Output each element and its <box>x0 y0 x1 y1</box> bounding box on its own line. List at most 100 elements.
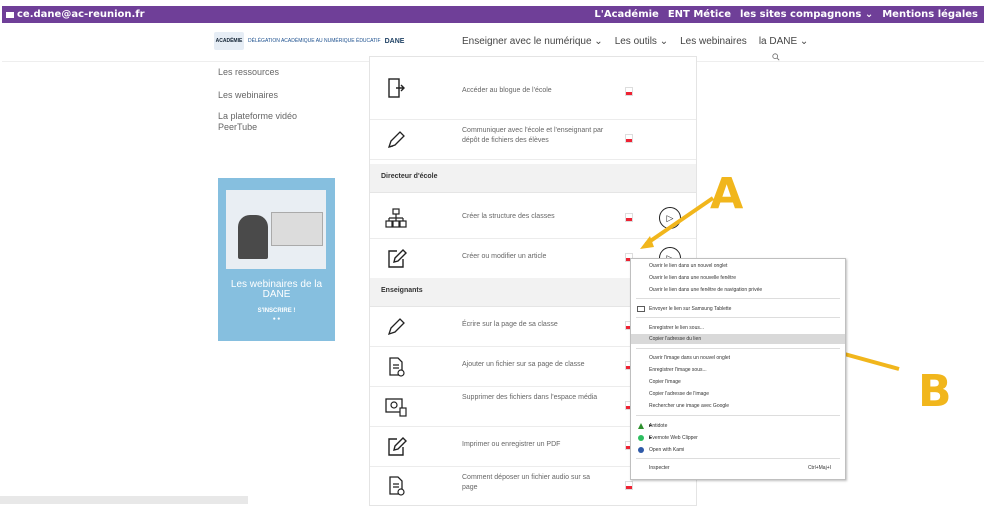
nav-item-outils[interactable]: Les outils ⌄ <box>615 36 668 47</box>
context-menu-separator <box>636 317 840 318</box>
topbar-link-sites-compagnons[interactable]: les sites compagnons ⌄ <box>740 9 873 20</box>
nav-item-dane[interactable]: la DANE ⌄ <box>759 36 809 47</box>
row-text[interactable]: Accéder au blogue de l'école <box>462 86 607 96</box>
row-text[interactable]: Ajouter un fichier sur sa page de classe <box>462 360 607 370</box>
context-menu-label: Ouvrir le lien dans une nouvelle fenêtre <box>649 275 736 281</box>
banner-screen-image <box>271 212 323 246</box>
context-menu-item[interactable]: Ouvrir l'image dans un nouvel onglet <box>631 353 845 363</box>
email-text: ce.dane@ac-reunion.fr <box>17 9 145 20</box>
file-add-icon <box>383 354 409 380</box>
context-menu-item[interactable]: Enregistrer le lien sous... <box>631 323 845 333</box>
section-title-enseignants: Enseignants <box>381 287 423 294</box>
leftnav-item-webinaires[interactable]: Les webinaires <box>218 88 308 102</box>
topbar-link-ent-metice[interactable]: ENT Métice <box>668 9 731 20</box>
section-title-directeur: Directeur d'école <box>381 173 438 180</box>
context-menu-label: Envoyer le lien sur Samsung Tablette <box>649 306 732 312</box>
top-utility-bar: ce.dane@ac-reunion.fr L'Académie ENT Mét… <box>2 6 984 23</box>
context-menu-item[interactable]: Rechercher une image avec Google <box>631 401 845 411</box>
section-header: Directeur d'école <box>370 164 696 193</box>
context-menu-label: Inspecter <box>649 465 670 471</box>
context-menu-label: Enregistrer le lien sous... <box>649 325 705 331</box>
pdf-icon[interactable] <box>625 213 633 222</box>
topbar-link-mentions-legales[interactable]: Mentions légales <box>882 9 978 20</box>
row-text[interactable]: Supprimer des fichiers dans l'espace méd… <box>462 393 607 403</box>
context-menu-separator <box>636 298 840 299</box>
left-navigation: Les ressources Les webinaires La platefo… <box>218 65 308 142</box>
context-menu-label: Copier l'adresse du lien <box>649 336 702 342</box>
pdf-icon[interactable] <box>625 481 633 490</box>
email-link[interactable]: ce.dane@ac-reunion.fr <box>6 9 145 20</box>
logo-text-academie: ACADÉMIE <box>215 38 243 44</box>
search-icon[interactable] <box>772 53 780 64</box>
antidote-icon <box>638 423 644 429</box>
submenu-arrow-icon: ▸ <box>649 435 653 441</box>
row-text[interactable]: Comment déposer un fichier audio sur sa … <box>462 473 607 493</box>
row-text[interactable]: Imprimer ou enregistrer un PDF <box>462 440 607 450</box>
row-text[interactable]: Écrire sur la page de sa classe <box>462 320 607 330</box>
context-menu-item-kami[interactable]: Open with Kami <box>631 445 845 455</box>
screenshot-frame: ce.dane@ac-reunion.fr L'Académie ENT Mét… <box>0 0 986 506</box>
context-menu-item[interactable]: Ouvrir le lien dans un nouvel onglet <box>631 261 845 271</box>
kami-icon <box>638 447 644 453</box>
pdf-icon[interactable] <box>625 87 633 96</box>
context-menu-label: Ouvrir l'image dans un nouvel onglet <box>649 355 731 361</box>
door-icon <box>383 75 409 101</box>
banner-title: Les webinaires de la DANE <box>230 279 323 300</box>
main-nav: Enseigner avec le numérique ⌄ Les outils… <box>462 36 808 47</box>
topbar-link-academie[interactable]: L'Académie <box>594 9 658 20</box>
banner-image <box>226 190 326 269</box>
context-menu-item-copy-link-address[interactable]: Copier l'adresse du lien <box>631 334 845 344</box>
context-menu-item-evernote[interactable]: Evernote Web Clipper ▸ <box>631 433 845 443</box>
browser-context-menu: Ouvrir le lien dans un nouvel onglet Ouv… <box>630 258 846 480</box>
submenu-arrow-icon: ▸ <box>649 423 653 429</box>
context-menu-label: Copier l'adresse de l'image <box>649 391 709 397</box>
context-menu-item[interactable]: Enregistrer l'image sous... <box>631 365 845 375</box>
context-menu-label: Open with Kami <box>649 447 685 453</box>
webinaire-banner[interactable]: Les webinaires de la DANE S'INSCRIRE ! ●… <box>218 178 335 341</box>
nav-item-webinaires[interactable]: Les webinaires <box>680 36 747 47</box>
pencil-icon <box>383 314 409 340</box>
site-logo[interactable]: ACADÉMIE DÉLÉGATION ACADÉMIQUE AU NUMÉRI… <box>214 32 404 50</box>
tablet-icon <box>637 306 645 312</box>
edit-icon <box>383 246 409 272</box>
banner-person-image <box>238 215 268 259</box>
row-text[interactable]: Créer la structure des classes <box>462 212 607 222</box>
leftnav-item-peertube[interactable]: La plateforme vidéo PeerTube <box>218 111 308 133</box>
context-menu-separator <box>636 458 840 459</box>
structure-icon <box>383 206 409 232</box>
topbar-links: L'Académie ENT Métice les sites compagno… <box>594 9 978 20</box>
table-row: Communiquer avec l'école et l'enseignant… <box>370 119 696 160</box>
context-menu-item[interactable]: Ouvrir le lien dans une nouvelle fenêtre <box>631 273 845 283</box>
annotation-label-b: B <box>918 366 952 417</box>
banner-pagination-dots[interactable]: ● ● <box>218 316 335 322</box>
nav-item-enseigner[interactable]: Enseigner avec le numérique ⌄ <box>462 36 603 47</box>
table-row: Créer la structure des classes ▷ <box>370 198 696 239</box>
annotation-label-a: A <box>710 169 744 219</box>
context-menu-label: Ouvrir le lien dans un nouvel onglet <box>649 263 728 269</box>
row-text[interactable]: Communiquer avec l'école et l'enseignant… <box>462 126 607 146</box>
media-delete-icon <box>383 394 409 420</box>
leftnav-item-ressources[interactable]: Les ressources <box>218 65 308 79</box>
context-menu-item-inspect[interactable]: Inspecter Ctrl+Maj+I <box>631 463 845 473</box>
pdf-icon[interactable] <box>625 134 633 143</box>
logo-text-dane-long: DÉLÉGATION ACADÉMIQUE AU NUMÉRIQUE ÉDUCA… <box>248 38 381 44</box>
pencil-icon <box>383 127 409 153</box>
academie-logo-mark: ACADÉMIE <box>214 32 244 50</box>
context-menu-separator <box>636 415 840 416</box>
row-text[interactable]: Créer ou modifier un article <box>462 252 607 262</box>
context-menu-item[interactable]: Envoyer le lien sur Samsung Tablette <box>631 304 845 314</box>
table-row: Accéder au blogue de l'école <box>370 57 696 120</box>
evernote-icon <box>638 435 644 441</box>
context-menu-separator <box>636 348 840 349</box>
context-menu-item[interactable]: Copier l'adresse de l'image <box>631 389 845 399</box>
envelope-icon <box>6 11 14 18</box>
bottom-scroll-bar[interactable] <box>0 496 248 504</box>
context-menu-label: Enregistrer l'image sous... <box>649 367 707 373</box>
file-add-icon <box>383 473 409 499</box>
banner-cta-button[interactable]: S'INSCRIRE ! <box>218 308 335 314</box>
play-video-icon[interactable]: ▷ <box>659 207 681 229</box>
context-menu-item[interactable]: Copier l'image <box>631 377 845 387</box>
context-menu-label: Ouvrir le lien dans une fenêtre de navig… <box>649 287 763 293</box>
context-menu-item[interactable]: Ouvrir le lien dans une fenêtre de navig… <box>631 285 845 295</box>
context-menu-item-antidote[interactable]: Antidote ▸ <box>631 421 845 431</box>
